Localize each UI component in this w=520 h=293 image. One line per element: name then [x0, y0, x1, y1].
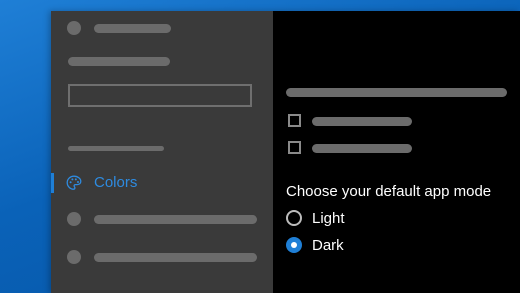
- nav-icon-placeholder[interactable]: [67, 250, 81, 264]
- radio-button-selected[interactable]: [286, 237, 302, 253]
- radio-button[interactable]: [286, 210, 302, 226]
- sidebar-item-colors[interactable]: Colors: [51, 171, 273, 195]
- sidebar-item-placeholder[interactable]: [94, 215, 257, 224]
- content-pane: Choose your default app mode Light Dark: [273, 11, 520, 293]
- nav-icon-placeholder[interactable]: [67, 212, 81, 226]
- sidebar-item-placeholder[interactable]: [94, 253, 257, 262]
- checkbox-label-placeholder: [312, 144, 412, 153]
- sidebar-item-label: Colors: [94, 174, 138, 191]
- settings-window: Colors Choose your default app mode Ligh…: [51, 11, 520, 293]
- selection-indicator: [51, 173, 54, 193]
- checkbox-label-placeholder: [312, 117, 412, 126]
- search-input[interactable]: [68, 84, 252, 107]
- sidebar-home-placeholder[interactable]: [94, 24, 171, 33]
- sidebar-category-placeholder: [68, 146, 164, 151]
- radio-dark[interactable]: Dark: [286, 234, 344, 256]
- sidebar-title-placeholder: [68, 57, 170, 66]
- checkbox[interactable]: [288, 114, 301, 127]
- app-mode-heading: Choose your default app mode: [286, 183, 492, 200]
- checkbox[interactable]: [288, 141, 301, 154]
- radio-label: Dark: [312, 236, 344, 254]
- content-title-placeholder: [286, 88, 507, 97]
- home-icon-placeholder[interactable]: [67, 21, 81, 35]
- radio-light[interactable]: Light: [286, 207, 345, 229]
- sidebar: Colors: [51, 11, 273, 293]
- radio-label: Light: [312, 209, 345, 227]
- palette-icon: [66, 175, 82, 190]
